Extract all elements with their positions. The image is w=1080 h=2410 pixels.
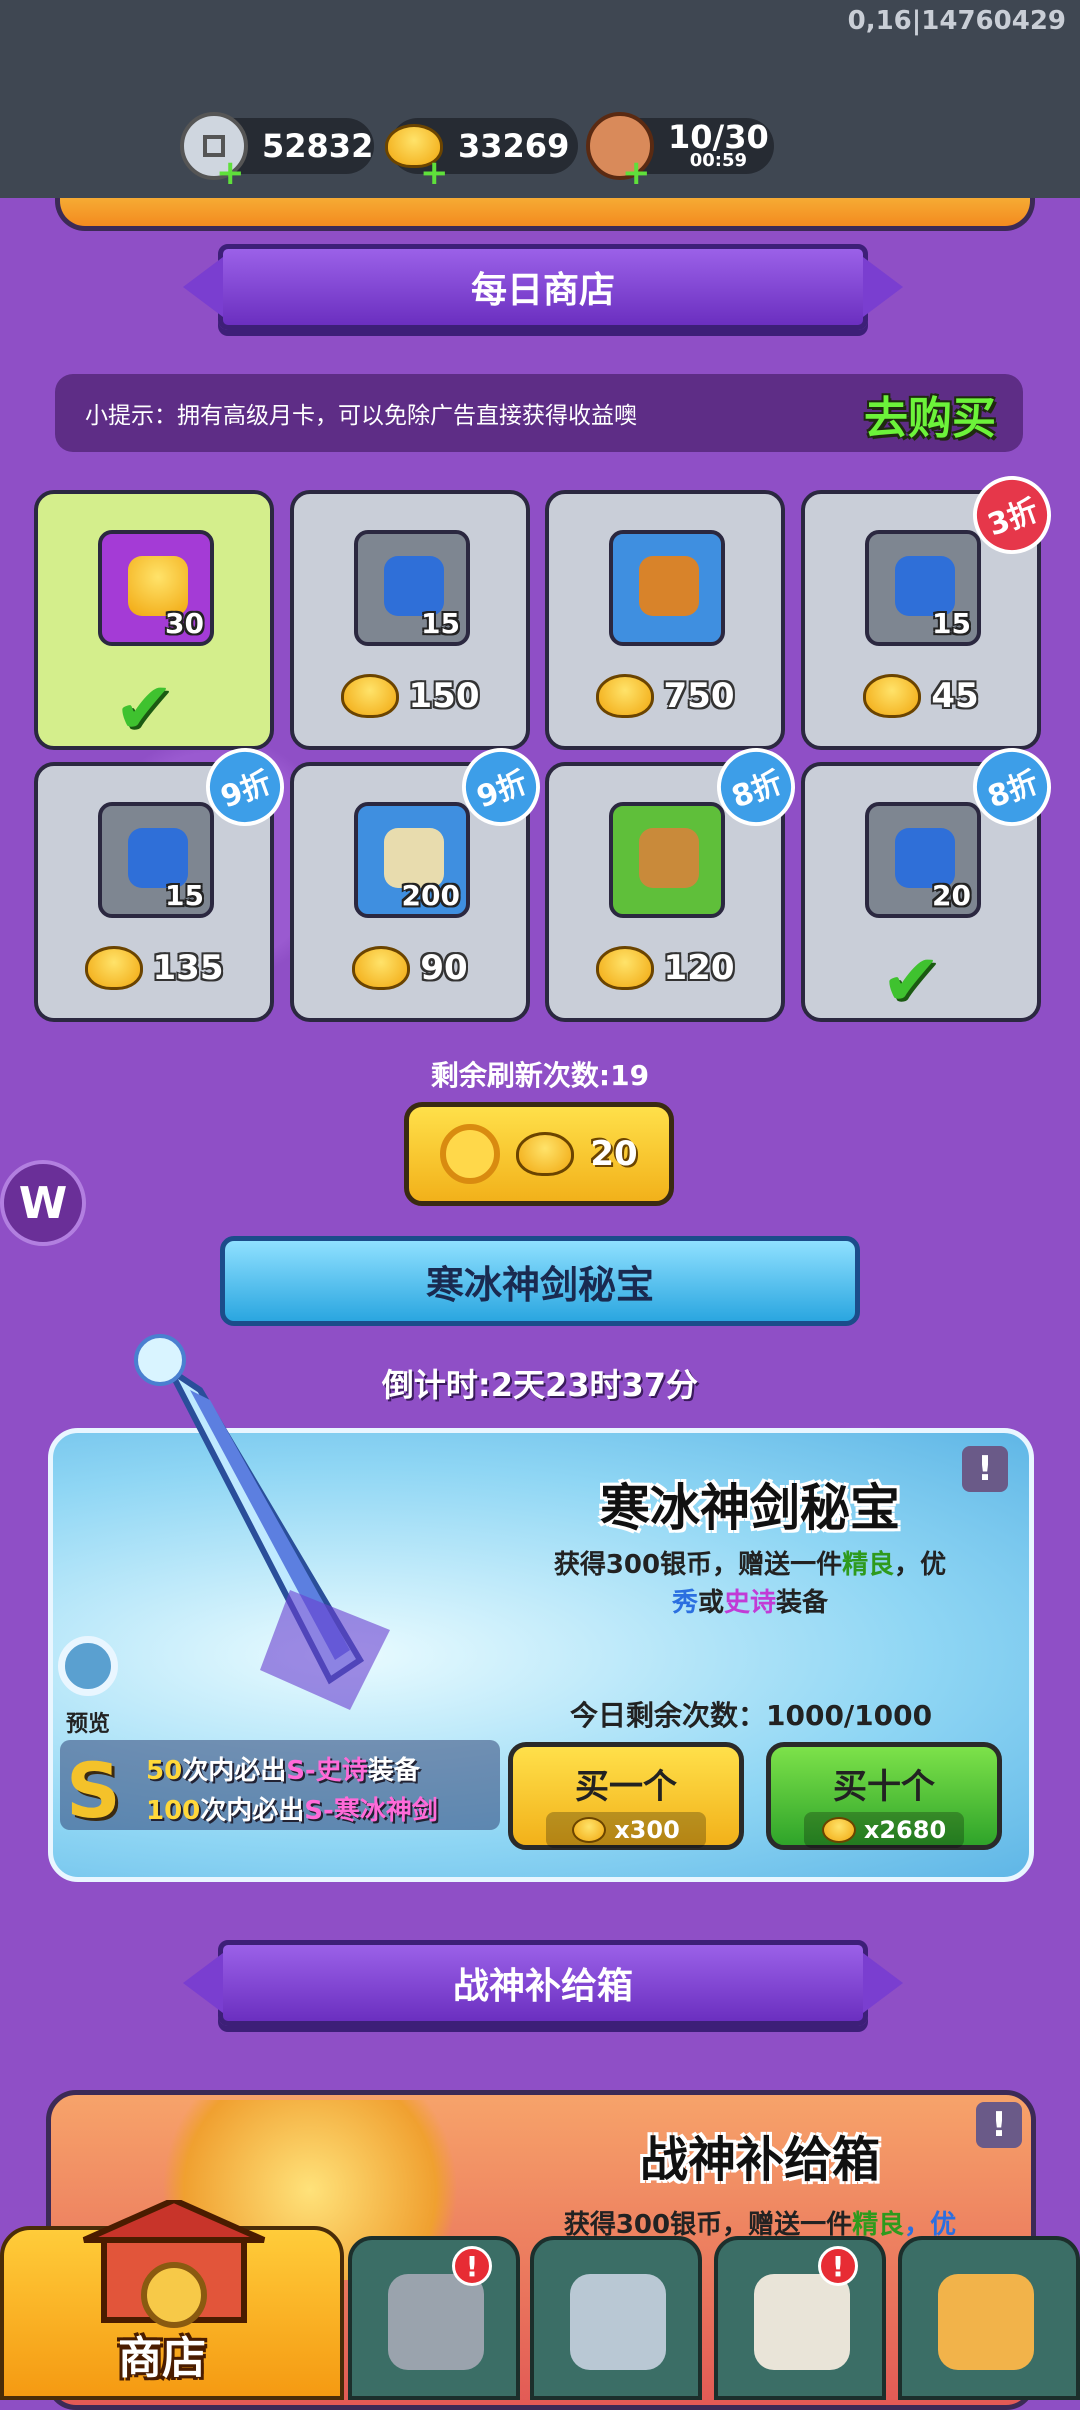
ice-treasure-title: 寒冰神剑秘宝	[600, 1479, 900, 1537]
remaining-count: 今日剩余次数：1000/1000	[570, 1699, 933, 1732]
blue-armor-gem-icon: 15	[865, 530, 981, 646]
guarantee-line-epic: 50次内必出S-史诗装备	[146, 1756, 420, 1786]
purchased-check-icon: ✔	[881, 938, 942, 1022]
item-price-value: 120	[663, 948, 735, 988]
shop-item-card[interactable]: 120 8折	[545, 737, 806, 1022]
daily-shop-banner: 每日商店	[183, 244, 903, 330]
weapon-icon	[609, 530, 725, 646]
nav-tab-battle[interactable]	[530, 2236, 702, 2400]
item-quantity: 30	[165, 607, 204, 640]
notification-badge: !	[452, 2246, 492, 2286]
item-price: 45	[805, 674, 1037, 718]
blue-helmet-gem-icon: 15	[354, 530, 470, 646]
war-info-icon[interactable]: !	[976, 2102, 1022, 2148]
item-quantity: 200	[401, 879, 460, 912]
shop-item-card[interactable]: 15 135 9折	[34, 737, 295, 1022]
ice-treasure-desc: 获得300银币，赠送一件精良，优 秀或史诗装备	[553, 1550, 947, 1618]
item-price: 120	[549, 946, 781, 990]
helmet-icon	[388, 2274, 484, 2370]
ice-info-icon[interactable]: !	[962, 1446, 1008, 1492]
preview-magnifier-icon[interactable]	[58, 1636, 118, 1696]
ice-sword-illustration	[134, 1334, 390, 1710]
boots-icon	[609, 802, 725, 918]
blue-armor-gem-icon: 15	[98, 802, 214, 918]
gold-ingot-icon	[572, 1817, 607, 1843]
gold-ingot-icon	[352, 946, 411, 990]
buy-ten-button[interactable]: 买十个 x2680	[766, 1742, 1002, 1850]
gold-ingot-icon	[595, 946, 654, 990]
nav-tab-pets[interactable]: !	[714, 2236, 886, 2400]
add-gold-icon[interactable]: +	[420, 156, 449, 190]
buy-one-button[interactable]: 买一个 x300	[508, 1742, 744, 1850]
item-quantity: 15	[932, 607, 971, 640]
refresh-icon	[440, 1124, 501, 1184]
stamina-value: 10/30	[668, 118, 769, 156]
item-price: 150	[294, 674, 526, 718]
debug-id-text: 0,16|14760429	[847, 6, 1066, 36]
nav-tab-upgrade[interactable]	[898, 2236, 1080, 2400]
shop-item-card[interactable]: 15 150	[290, 490, 530, 750]
item-price-value: 45	[931, 676, 979, 716]
go-buy-button[interactable]: 去购买	[864, 382, 996, 446]
item-price: 750	[549, 674, 781, 718]
tip-text: 小提示：拥有高级月卡，可以免除广告直接获得收益噢	[85, 403, 637, 429]
purchased-check-icon: ✔	[114, 666, 175, 750]
item-price: 90	[294, 946, 526, 990]
blue-helmet-gem-icon: 20	[865, 802, 981, 918]
gold-ingot-icon	[595, 674, 654, 718]
item-quantity: 15	[165, 879, 204, 912]
item-price-value: 150	[408, 676, 480, 716]
s-rank-icon: S	[66, 1746, 121, 1835]
gold-resource[interactable]: 33269 +	[385, 118, 578, 190]
gold-ingot-icon	[84, 946, 143, 990]
shop-item-card[interactable]: 750	[545, 490, 785, 750]
gold-ingot-icon: 30	[98, 530, 214, 646]
rooster-icon	[754, 2274, 850, 2370]
notification-badge: !	[818, 2246, 858, 2286]
add-silver-icon[interactable]: +	[216, 156, 245, 190]
sword-shield-icon	[570, 2274, 666, 2370]
preview-label: 预览	[66, 1712, 111, 1737]
item-price: 135	[38, 946, 270, 990]
item-price-value: 90	[420, 948, 468, 988]
item-price-value: 135	[152, 948, 224, 988]
silver-value: 52832	[262, 127, 374, 165]
guarantee-line-sword: 100次内必出S-寒冰神剑	[146, 1796, 438, 1826]
item-price-value: 750	[663, 676, 735, 716]
stamina-timer: 00:59	[689, 150, 748, 171]
refresh-count-label: 剩余刷新次数:19	[430, 1059, 650, 1092]
war-supply-title: 战神补给箱	[639, 2132, 880, 2188]
scroll-icon: 200	[354, 802, 470, 918]
shop-item-card[interactable]: 15 45 3折	[801, 465, 1062, 750]
silver-resource[interactable]: 52832 +	[180, 112, 374, 190]
add-stamina-icon[interactable]: +	[622, 156, 651, 190]
nav-shop-label: 商店	[118, 2333, 206, 2384]
refresh-button[interactable]: 20	[404, 1102, 674, 1206]
gold-ingot-icon	[821, 1817, 856, 1843]
shop-building-icon	[82, 2200, 266, 2328]
gold-ingot-icon	[516, 1132, 575, 1176]
shop-item-card[interactable]: 30 ✔	[34, 490, 274, 750]
gold-ingot-icon	[863, 674, 922, 718]
floating-w-logo[interactable]: W	[0, 1160, 86, 1246]
gold-ingot-icon	[340, 674, 399, 718]
shop-item-card[interactable]: 20 ✔ 8折	[801, 737, 1062, 1022]
war-supply-banner: 战神补给箱	[183, 1940, 903, 2026]
refresh-cost: 20	[590, 1134, 638, 1174]
gold-value: 33269	[458, 127, 570, 165]
item-quantity: 20	[932, 879, 971, 912]
fist-upgrade-icon	[938, 2274, 1034, 2370]
stamina-resource[interactable]: 10/30 00:59 +	[586, 112, 774, 190]
shop-item-card[interactable]: 200 90 9折	[290, 737, 551, 1022]
nav-tab-equipment[interactable]: !	[348, 2236, 520, 2400]
ice-treasure-banner: 寒冰神剑秘宝	[220, 1236, 860, 1326]
item-quantity: 15	[421, 607, 460, 640]
